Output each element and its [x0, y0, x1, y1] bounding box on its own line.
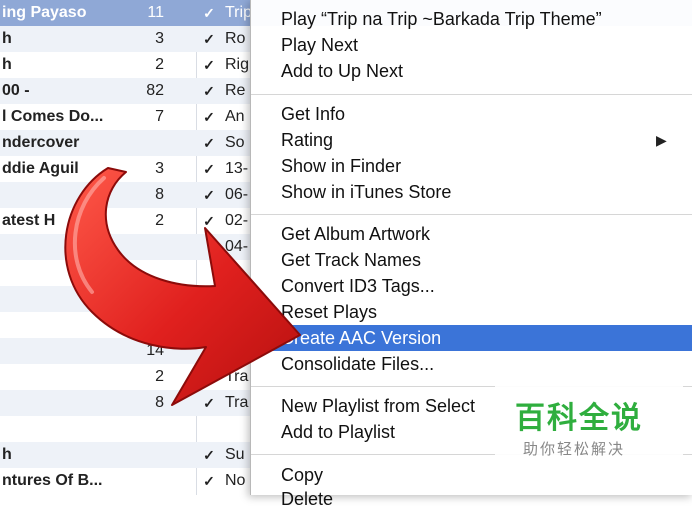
menu-item-reset-plays[interactable]: Reset Plays: [251, 299, 692, 325]
track-name: ndercover: [2, 134, 80, 151]
menu-item-add-up-next[interactable]: Add to Up Next: [251, 58, 692, 84]
menu-item-label: Delete: [281, 489, 334, 509]
checkbox-icon[interactable]: ✓: [200, 364, 218, 390]
menu-item-label: Play Next: [281, 35, 359, 55]
checkbox-icon[interactable]: ✓: [200, 182, 218, 208]
menu-item-label: Show in iTunes Store: [281, 182, 452, 202]
track-name: [0, 416, 114, 442]
checkbox-icon[interactable]: ✓: [200, 78, 218, 104]
track-count: [112, 260, 164, 286]
track-name: l Comes Do...: [2, 108, 104, 125]
track-count: 11: [147, 4, 164, 21]
menu-item-label: Add to Up Next: [281, 61, 404, 81]
track-name: [0, 260, 114, 286]
menu-item-label: New Playlist from Select: [281, 396, 476, 416]
menu-item-label: Add to Playlist: [281, 422, 396, 442]
track-name: [0, 182, 114, 208]
menu-item-label: Create AAC Version: [281, 328, 442, 348]
track-name: ing Payaso: [2, 4, 87, 21]
checkbox-icon[interactable]: ✓: [200, 156, 218, 182]
menu-separator: [251, 94, 692, 95]
checkbox-icon[interactable]: ✓: [200, 390, 218, 416]
track-count: 2: [155, 56, 164, 73]
track-count: 14: [146, 342, 164, 359]
track-count: [112, 286, 164, 312]
track-count: [112, 130, 164, 156]
checkbox-icon[interactable]: ✓: [200, 208, 218, 234]
checkbox-icon[interactable]: ✓: [200, 442, 218, 468]
track-count: [112, 416, 164, 442]
checkbox-icon[interactable]: ✓: [200, 52, 218, 78]
checkbox-icon[interactable]: ✓: [200, 26, 218, 52]
checkbox-icon[interactable]: ✓: [200, 468, 218, 494]
track-count: 3: [155, 160, 164, 177]
checkbox-icon[interactable]: ✓: [200, 130, 218, 156]
checkbox-icon[interactable]: [200, 260, 218, 286]
submenu-arrow-icon: ▶: [656, 132, 667, 148]
track-count: 7: [155, 108, 164, 125]
checkbox-icon[interactable]: [200, 338, 218, 364]
menu-item-label: Copy: [281, 465, 324, 485]
menu-item-label: Play “Trip na Trip ~Barkada Trip Theme”: [281, 9, 602, 29]
menu-item-create-aac[interactable]: Create AAC Version: [251, 325, 692, 351]
track-name: [0, 364, 114, 390]
menu-item-label: Consolidate Files...: [281, 354, 435, 374]
track-name: h: [2, 446, 12, 463]
track-name: 00 -: [2, 82, 30, 99]
track-count: 2: [155, 212, 164, 229]
menu-item-delete[interactable]: Delete: [251, 486, 692, 512]
track-count: 82: [146, 82, 164, 99]
track-count: [112, 312, 164, 338]
track-name: [0, 338, 114, 364]
checkbox-icon[interactable]: ✓: [200, 104, 218, 130]
checkbox-icon[interactable]: [200, 234, 218, 260]
watermark-logo: 百科全说: [515, 401, 643, 436]
track-name: ntures Of B...: [2, 472, 103, 489]
track-count: 2: [155, 368, 164, 385]
track-name: h: [2, 56, 12, 73]
track-count: 8: [155, 394, 164, 411]
menu-item-label: Get Info: [281, 104, 346, 124]
menu-item-show-in-store[interactable]: Show in iTunes Store: [251, 179, 692, 205]
watermark-subtitle: 助你轻松解决: [523, 440, 626, 458]
menu-item-get-info[interactable]: Get Info: [251, 101, 692, 127]
menu-item-show-in-finder[interactable]: Show in Finder: [251, 153, 692, 179]
checkbox-icon[interactable]: ✓: [200, 0, 218, 26]
menu-separator: [251, 214, 692, 215]
track-count: [112, 468, 164, 494]
track-count: [112, 442, 164, 468]
menu-item-label: Get Track Names: [281, 250, 422, 270]
checkbox-icon[interactable]: [200, 416, 218, 442]
menu-item-label: Rating: [281, 130, 334, 150]
checkbox-icon[interactable]: [200, 286, 218, 312]
track-name: ddie Aguil: [2, 160, 79, 177]
menu-item-play[interactable]: Play “Trip na Trip ~Barkada Trip Theme”: [251, 6, 692, 32]
menu-item-label: Get Album Artwork: [281, 224, 431, 244]
menu-item-rating[interactable]: Rating ▶: [251, 127, 692, 153]
menu-item-consolidate[interactable]: Consolidate Files...: [251, 351, 692, 377]
track-count: 8: [155, 186, 164, 203]
watermark: 百科全说 助你轻松解决: [495, 383, 683, 467]
menu-item-label: Convert ID3 Tags...: [281, 276, 435, 296]
menu-item-get-track-names[interactable]: Get Track Names: [251, 247, 692, 273]
track-name: h: [2, 30, 12, 47]
track-count: 3: [155, 30, 164, 47]
track-name: [0, 312, 114, 338]
menu-item-play-next[interactable]: Play Next: [251, 32, 692, 58]
track-count: [112, 234, 164, 260]
track-name: [0, 286, 114, 312]
menu-item-convert-id3[interactable]: Convert ID3 Tags...: [251, 273, 692, 299]
menu-item-get-album-artwork[interactable]: Get Album Artwork: [251, 221, 692, 247]
track-name: atest H: [2, 212, 56, 229]
track-name: [0, 234, 114, 260]
track-name: [0, 390, 114, 416]
menu-item-label: Show in Finder: [281, 156, 402, 176]
checkbox-icon[interactable]: [200, 312, 218, 338]
menu-item-label: Reset Plays: [281, 302, 378, 322]
